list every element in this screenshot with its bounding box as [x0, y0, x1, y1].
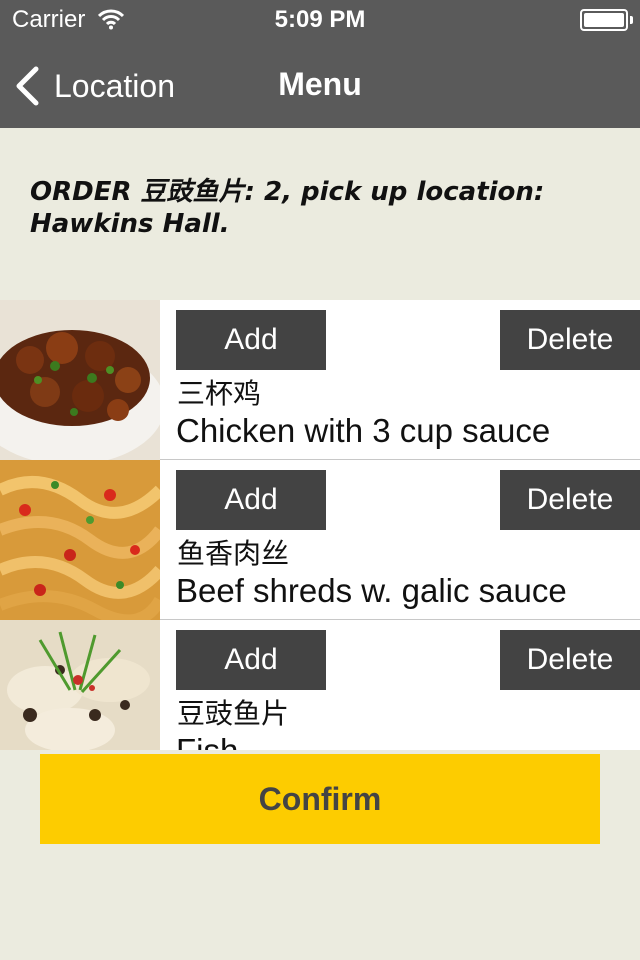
dish-name-english: Fish	[176, 732, 238, 750]
dish-image	[0, 460, 160, 620]
dish-name-chinese: 三杯鸡	[177, 377, 262, 410]
navbar: Location Menu	[0, 40, 640, 128]
menu-list[interactable]: Add Delete 三杯鸡 Chicken with 3 cup sauce	[0, 300, 640, 750]
add-button[interactable]: Add	[176, 310, 326, 370]
confirm-button[interactable]: Confirm	[40, 754, 600, 844]
dish-image	[0, 300, 160, 460]
status-bar: Carrier 5:09 PM	[0, 0, 640, 40]
order-summary: ORDER 豆豉鱼片: 2, pick up location: Hawkins…	[30, 177, 545, 239]
menu-item[interactable]: Add Delete 鱼香肉丝 Beef shreds w. galic sau…	[0, 460, 640, 620]
add-button[interactable]: Add	[176, 630, 326, 690]
battery-tip	[630, 16, 633, 24]
status-time: 5:09 PM	[274, 6, 366, 33]
dish-name-chinese: 豆豉鱼片	[177, 697, 290, 730]
dish-name-english: Beef shreds w. galic sauce	[176, 572, 567, 609]
delete-button[interactable]: Delete	[500, 630, 640, 690]
dish-name-english: Chicken with 3 cup sauce	[176, 412, 551, 449]
navigation-header: Carrier 5:09 PM Location Menu	[0, 0, 640, 128]
dish-image	[0, 620, 160, 750]
delete-button[interactable]: Delete	[500, 470, 640, 530]
page-title: Menu	[278, 66, 362, 102]
battery-icon	[580, 9, 628, 31]
menu-item[interactable]: Add Delete 三杯鸡 Chicken with 3 cup sauce	[0, 300, 640, 460]
menu-item[interactable]: Add Delete 豆豉鱼片 Fish	[0, 620, 640, 750]
delete-button[interactable]: Delete	[500, 310, 640, 370]
dish-name-chinese: 鱼香肉丝	[177, 537, 290, 570]
add-button[interactable]: Add	[176, 470, 326, 530]
